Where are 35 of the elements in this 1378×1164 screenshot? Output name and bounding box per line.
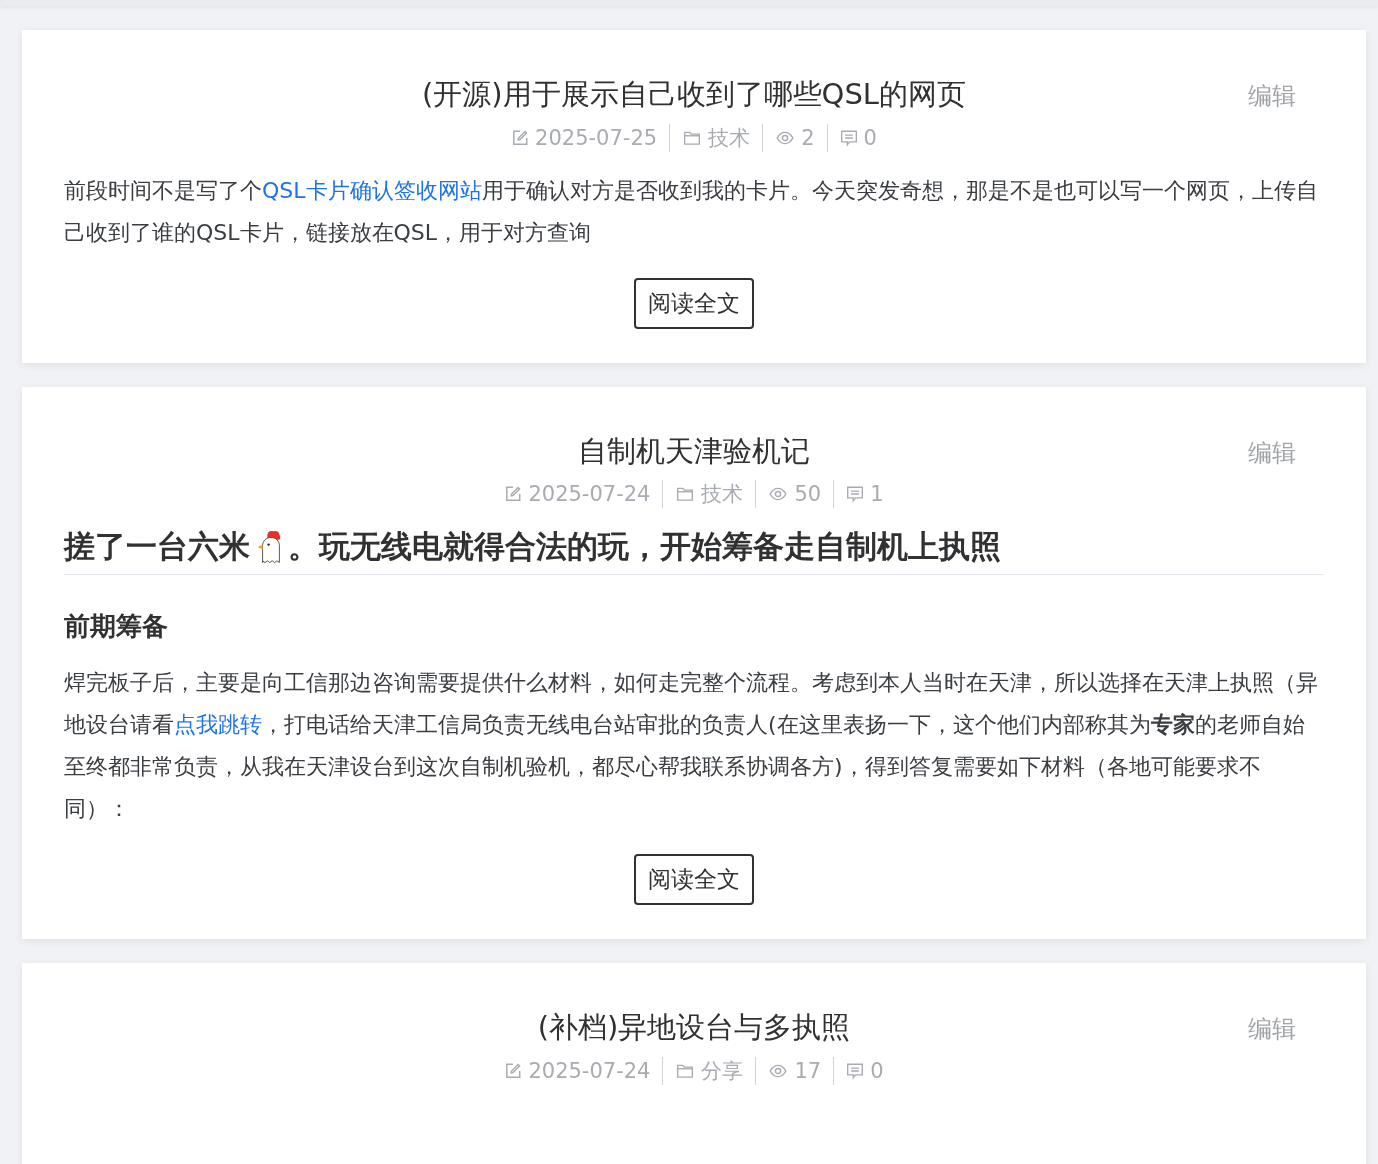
excerpt-paragraph: 焊完板子后，主要是向工信那边咨询需要提供什么材料，如何走完整个流程。考虑到本人当时在天津，所以选择在天津上执照（异地设台请看点我跳转，打电话给天津工信局负责无线电台站审批的负责人(在这里表扬一下，这个他们内部称其为专家的老师自始至终都非常负责，从我在天津设台到这次自制机验机，都尽心帮我联系协调各方)，得到答复需要如下材料（各地可能要求不同）： [64,669,1319,824]
article-heading: 搓了一台六米 [64,527,250,567]
post-category[interactable]: 技术 [708,123,751,152]
comment-count: 0 [870,1059,884,1084]
post-title[interactable]: (开源)用于展示自己收到了哪些QSL的网页 [422,76,966,114]
view-count: 2 [801,125,815,150]
edit-icon [504,1062,523,1081]
post-date: 2025-07-24 [528,482,651,507]
post-category[interactable]: 分享 [701,1057,744,1086]
article-heading: 。玩无线电就得合法的玩，开始筹备走自制机上执照 [288,527,1001,567]
post-title[interactable]: 自制机天津验机记 [578,432,810,471]
folder-icon [675,1062,696,1081]
comment-icon [839,128,858,147]
comment-icon [846,1062,865,1081]
post-date: 2025-07-25 [535,125,658,150]
excerpt-paragraph: 前段时间不是写了个QSL卡片确认签收网站用于确认对方是否收到我的卡片。今天突发奇想，那是不是也可以写一个网页，上传自己收到了谁的QSL卡片，链接放在QSL，用于对方查询 [64,176,1319,247]
edit-icon [504,485,523,504]
inline-link[interactable]: QSL卡片确认签收网站 [262,177,482,203]
post-date: 2025-07-24 [528,1059,651,1084]
comment-icon [846,485,865,504]
section-heading: 前期筹备 [64,611,168,642]
inline-link[interactable]: 点我跳转 [174,712,262,738]
read-more-button[interactable]: 阅读全文 [634,854,754,906]
edit-icon [511,128,530,147]
edit-link[interactable]: 编辑 [1248,436,1296,469]
read-more-button[interactable]: 阅读全文 [634,277,754,329]
comment-count: 0 [863,125,877,150]
edit-link[interactable]: 编辑 [1248,1013,1296,1046]
post-title[interactable]: (补档)异地设台与多执照 [537,1009,851,1048]
folder-icon [675,485,696,504]
view-count: 17 [794,1059,822,1084]
comment-count: 1 [870,482,884,507]
edit-link[interactable]: 编辑 [1248,80,1296,112]
view-count: 50 [794,482,822,507]
post-category[interactable]: 技术 [701,480,744,509]
